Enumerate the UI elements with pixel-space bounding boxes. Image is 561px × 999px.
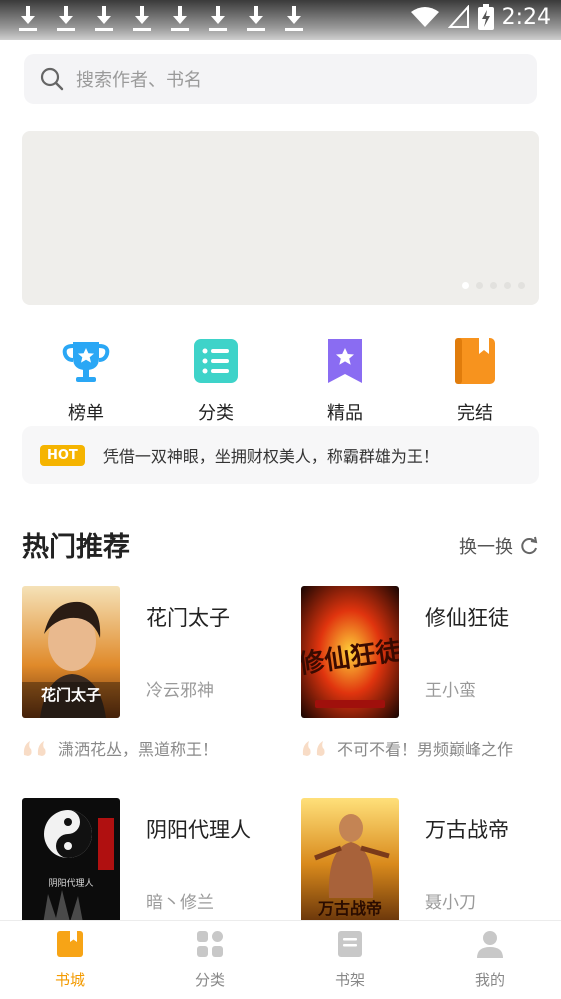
hot-notice-bar[interactable]: HOT 凭借一双神眼，坐拥财权美人，称霸群雄为王！: [22, 426, 539, 484]
wifi-icon: [410, 7, 439, 27]
tab-category[interactable]: 分类: [165, 929, 255, 990]
download-notifications: [18, 6, 304, 32]
search-bar[interactable]: 搜索作者、书名: [24, 54, 537, 104]
trophy-icon: [62, 342, 110, 382]
carousel-indicator: [462, 282, 525, 289]
carousel-dot: [504, 282, 511, 289]
download-icon: [56, 6, 76, 32]
hot-badge: HOT: [40, 444, 85, 466]
category-label: 榜单: [68, 403, 104, 424]
category-premium[interactable]: 精品: [295, 336, 395, 425]
book-card[interactable]: 修仙狂徒 修仙狂徒 王小蛮 不可不看！男频巅峰之作: [301, 586, 561, 776]
carousel-dot: [490, 282, 497, 289]
profile-icon: [477, 931, 503, 958]
refresh-label: 换一换: [459, 537, 513, 558]
svg-text:花门太子: 花门太子: [41, 686, 101, 704]
signal-icon: [447, 5, 469, 28]
carousel-dot: [518, 282, 525, 289]
book-cover: 阴阳代理人: [22, 798, 120, 930]
banner-carousel[interactable]: [22, 131, 539, 305]
book-author: 聂小刀: [425, 893, 476, 913]
book-card[interactable]: 花门太子 花门太子 冷云邪神 潇洒花丛，黑道称王！: [22, 586, 292, 776]
tab-profile[interactable]: 我的: [445, 929, 535, 990]
book-icon: [455, 338, 495, 384]
tab-label: 书架: [334, 971, 365, 989]
refresh-icon: [521, 536, 538, 555]
download-icon: [284, 6, 304, 32]
status-bar: 2:24: [0, 0, 561, 40]
book-author: 冷云邪神: [146, 681, 214, 701]
status-time: 2:24: [501, 4, 551, 30]
book-cover: 修仙狂徒: [301, 586, 399, 718]
tab-bookshelf[interactable]: 书架: [305, 929, 395, 990]
svg-text:万古战帝: 万古战帝: [317, 899, 382, 918]
download-icon: [246, 6, 266, 32]
category-rankings[interactable]: 榜单: [36, 336, 136, 425]
category-label: 分类: [198, 403, 234, 424]
book-title: 花门太子: [146, 606, 230, 630]
book-description: 潇洒花丛，黑道称王！: [22, 736, 218, 760]
download-icon: [208, 6, 228, 32]
section-title: 热门推荐: [22, 532, 130, 563]
download-icon: [18, 6, 38, 32]
bottom-tab-bar: 书城 分类 书架 我的: [0, 920, 561, 999]
carousel-dot: [476, 282, 483, 289]
quote-icon: [302, 741, 325, 756]
tab-label: 书城: [54, 971, 85, 989]
category-completed[interactable]: 完结: [425, 336, 525, 425]
book-desc-text: 不可不看！男频巅峰之作: [337, 740, 514, 759]
bookmark-star-icon: [328, 339, 362, 383]
download-icon: [170, 6, 190, 32]
tab-bookstore[interactable]: 书城: [25, 929, 115, 990]
book-title: 万古战帝: [425, 818, 509, 842]
battery-charging-icon: [477, 4, 494, 30]
bookstore-icon: [57, 931, 83, 957]
hot-notice-text: 凭借一双神眼，坐拥财权美人，称霸群雄为王！: [102, 447, 439, 466]
category-shortcuts: 榜单 分类 精品 完结: [22, 336, 539, 426]
book-title: 修仙狂徒: [425, 606, 509, 630]
book-description: 不可不看！男频巅峰之作: [301, 736, 513, 760]
book-author: 王小蛮: [425, 681, 476, 701]
search-placeholder: 搜索作者、书名: [76, 70, 202, 91]
book-desc-text: 潇洒花丛，黑道称王！: [58, 740, 219, 759]
category-classification[interactable]: 分类: [166, 336, 266, 425]
category-grid-icon: [197, 931, 223, 957]
book-title: 阴阳代理人: [146, 818, 251, 842]
list-icon: [194, 339, 238, 383]
svg-text:阴阳代理人: 阴阳代理人: [48, 878, 93, 889]
download-icon: [94, 6, 114, 32]
quote-icon: [23, 741, 46, 756]
search-icon: [40, 67, 64, 91]
tab-label: 分类: [194, 971, 225, 989]
book-cover: 万古战帝: [301, 798, 399, 930]
book-cover: 花门太子: [22, 586, 120, 718]
tab-label: 我的: [474, 971, 505, 989]
book-author: 暗丶修兰: [146, 893, 214, 913]
category-label: 精品: [327, 403, 363, 424]
bookshelf-icon: [338, 931, 362, 957]
carousel-dot: [462, 282, 469, 289]
refresh-button[interactable]: 换一换: [459, 533, 539, 559]
download-icon: [132, 6, 152, 32]
category-label: 完结: [457, 403, 493, 424]
